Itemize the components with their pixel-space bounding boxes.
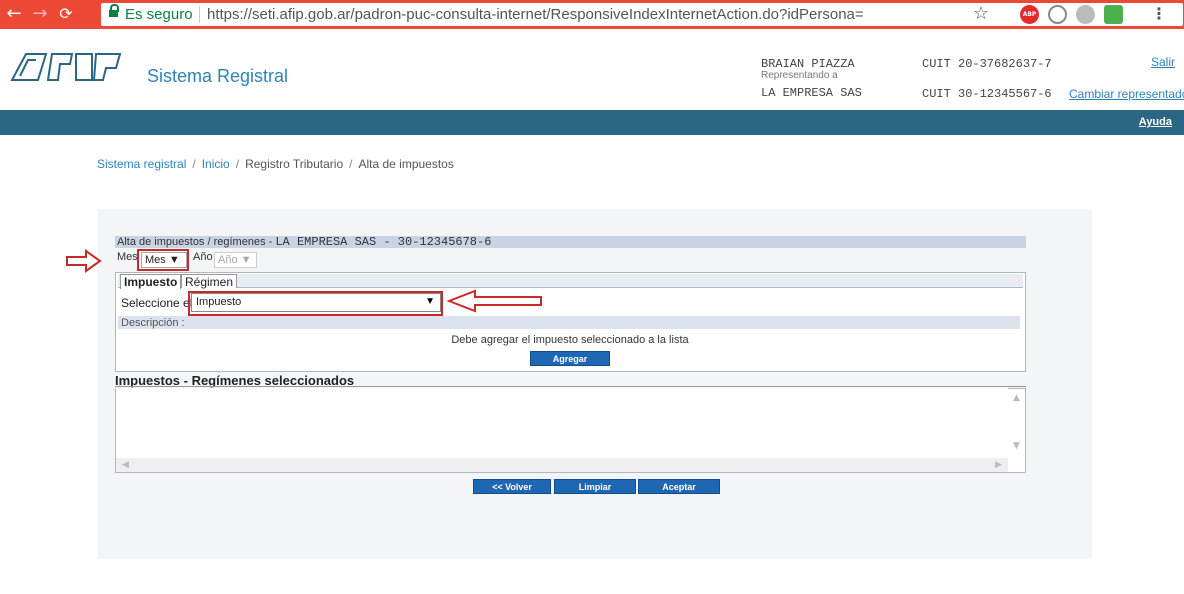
lock-icon (109, 4, 119, 19)
forward-icon[interactable]: → (30, 4, 50, 24)
seleccione-label: Seleccione el (121, 296, 193, 310)
url-text[interactable]: https://seti.afip.gob.ar/padron-puc-cons… (207, 6, 864, 23)
change-represented-link[interactable]: Cambiar representado (1069, 87, 1184, 101)
agregar-button[interactable]: Agregar (530, 351, 610, 366)
descripcion-label: Descripción : (121, 317, 185, 329)
agregar-message: Debe agregar el impuesto seleccionado a … (451, 334, 689, 346)
form-title: Alta de impuestos / regímenes - LA EMPRE… (117, 235, 491, 249)
scroll-down-icon[interactable]: ▼ (1013, 441, 1020, 451)
aceptar-button[interactable]: Aceptar (638, 479, 720, 494)
user-cuit: CUIT 20-37682637-7 (922, 57, 1052, 71)
nav-bar: Ayuda (0, 110, 1184, 135)
annotation-arrow-right-icon (66, 249, 102, 273)
highlight-box-impuesto (188, 291, 443, 316)
selected-list-divider (115, 386, 1026, 387)
volver-button[interactable]: << Volver (473, 479, 551, 494)
company-cuit: CUIT 30-12345567-6 (922, 87, 1052, 101)
anio-label: Año (193, 251, 213, 263)
highlight-box-mes (137, 249, 189, 271)
extension-circle-icon[interactable] (1048, 5, 1067, 24)
representing-label: Representando a (761, 70, 838, 81)
breadcrumb-inicio[interactable]: Inicio (202, 157, 230, 171)
form-title-company: LA EMPRESA SAS - 30-12345678-6 (275, 235, 492, 249)
logout-link[interactable]: Salir (1151, 55, 1175, 69)
breadcrumb-separator: / (235, 157, 240, 171)
annotation-arrow-left-icon (447, 289, 542, 313)
company-name: LA EMPRESA SAS (761, 86, 862, 100)
tab-regimen[interactable]: Régimen (181, 274, 238, 289)
extension-green-icon[interactable] (1104, 5, 1123, 24)
anio-select[interactable]: Año ▼ (214, 252, 257, 268)
site-title: Sistema Registral (147, 66, 289, 86)
breadcrumb-registro-tributario: Registro Tributario (245, 157, 344, 171)
breadcrumb-separator: / (349, 157, 353, 171)
tab-strip (118, 274, 1023, 288)
browser-toolbar: ← → ⟳ Es seguro https://seti.afip.gob.ar… (0, 0, 1184, 29)
omnibox-separator (199, 6, 200, 23)
secure-label: Es seguro (125, 6, 193, 23)
help-link[interactable]: Ayuda (1139, 116, 1172, 128)
breadcrumb-separator: / (192, 157, 196, 171)
breadcrumb-alta-impuestos: Alta de impuestos (358, 157, 454, 171)
form-title-prefix: Alta de impuestos / regímenes - (117, 236, 276, 248)
reload-icon[interactable]: ⟳ (56, 4, 76, 24)
breadcrumb: Sistema registral / Inicio / Registro Tribut… (97, 157, 454, 171)
breadcrumb-sistema-registral[interactable]: Sistema registral (97, 157, 186, 171)
scroll-left-icon[interactable]: ◀ (122, 460, 129, 470)
back-icon[interactable]: ← (4, 4, 24, 24)
scroll-right-icon[interactable]: ▶ (995, 460, 1002, 470)
adblock-icon[interactable]: ABP (1020, 5, 1039, 24)
browser-menu-icon[interactable]: ⋮ (1151, 4, 1167, 23)
afip-logo[interactable] (10, 50, 138, 98)
address-bar[interactable]: Es seguro https://seti.afip.gob.ar/padro… (101, 3, 1183, 26)
user-name: BRAIAN PIAZZA (761, 57, 855, 71)
descripcion-bar (118, 316, 1020, 329)
scroll-up-icon[interactable]: ▲ (1013, 393, 1020, 403)
limpiar-button[interactable]: Limpiar (554, 479, 636, 494)
tab-impuesto[interactable]: Impuesto (120, 274, 182, 289)
horizontal-scrollbar[interactable]: ◀ ▶ (116, 458, 1010, 472)
vertical-scrollbar[interactable]: ▲ ▼ (1008, 388, 1026, 473)
extension-ghost-icon[interactable] (1076, 5, 1095, 24)
bookmark-star-icon[interactable]: ☆ (973, 3, 992, 24)
